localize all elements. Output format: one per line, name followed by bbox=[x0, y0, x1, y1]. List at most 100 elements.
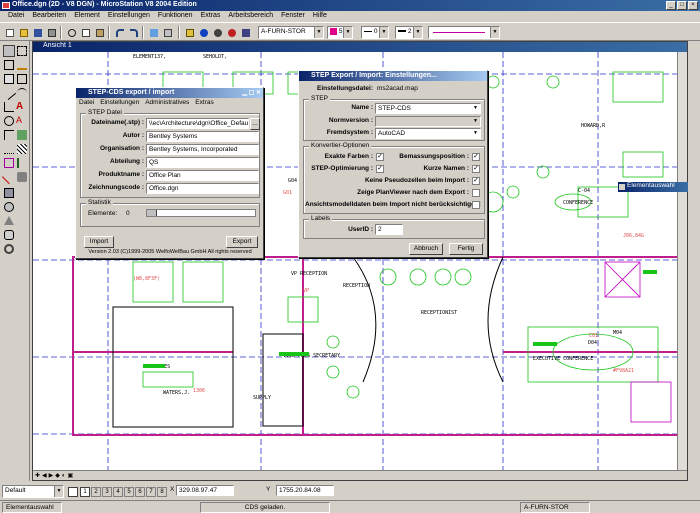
view-button-4[interactable]: 4 bbox=[113, 487, 123, 497]
paste-icon[interactable] bbox=[93, 26, 105, 38]
reference-icon[interactable] bbox=[161, 26, 173, 38]
view-group-combo[interactable]: Default ▼ bbox=[2, 485, 64, 498]
no-pseudo-cells-checkbox[interactable]: ✓ bbox=[472, 177, 480, 185]
delete-icon[interactable] bbox=[1, 169, 17, 185]
product-name-field[interactable]: Office Plan bbox=[146, 170, 259, 181]
move-icon[interactable] bbox=[3, 59, 15, 71]
pattern-icon[interactable] bbox=[16, 143, 28, 155]
undo-icon[interactable] bbox=[113, 26, 125, 38]
view-controls-icon[interactable]: ✚◀▶◆◐▣ bbox=[35, 472, 75, 479]
copy-icon[interactable] bbox=[79, 26, 91, 38]
element-selection-titlebar[interactable]: Elementauswahl bbox=[618, 182, 688, 192]
measure-icon[interactable] bbox=[3, 143, 15, 155]
menu-hilfe[interactable]: Hilfe bbox=[309, 11, 331, 22]
drawing-code-field[interactable]: Office.dgn bbox=[146, 183, 259, 194]
step-menu-datei[interactable]: Datei bbox=[79, 99, 94, 106]
circle-icon[interactable] bbox=[3, 115, 15, 127]
planviewer-checkbox[interactable] bbox=[472, 189, 480, 197]
coord-x-field[interactable]: 329.08.97.47 bbox=[176, 485, 234, 496]
print-icon[interactable] bbox=[45, 26, 57, 38]
version-select[interactable]: ▼ bbox=[375, 116, 481, 127]
solid-icon[interactable] bbox=[3, 187, 15, 199]
sphere-icon[interactable] bbox=[3, 201, 15, 213]
open-folder-icon[interactable] bbox=[17, 26, 29, 38]
display-icon[interactable] bbox=[211, 26, 223, 38]
cell-icon[interactable] bbox=[16, 129, 28, 141]
dim-position-checkbox[interactable]: ✓ bbox=[472, 153, 480, 161]
text-tool-icon[interactable]: A bbox=[16, 101, 28, 113]
line-style-combo[interactable]: 0 ▼ bbox=[361, 26, 389, 39]
menu-arbeitsbereich[interactable]: Arbeitsbereich bbox=[224, 11, 277, 22]
rectangle-icon[interactable] bbox=[16, 73, 28, 85]
browse-button[interactable]: ... bbox=[250, 118, 260, 130]
info-icon[interactable] bbox=[197, 26, 209, 38]
pencil-icon[interactable] bbox=[16, 59, 28, 71]
help-icon[interactable] bbox=[239, 26, 251, 38]
view-button-2[interactable]: 2 bbox=[91, 487, 101, 497]
active-color-combo[interactable]: 5 ▼ bbox=[327, 26, 353, 39]
redo-icon[interactable] bbox=[127, 26, 139, 38]
cone-icon[interactable] bbox=[3, 215, 15, 227]
cylinder-icon[interactable] bbox=[3, 229, 15, 241]
step-menu-einstellungen[interactable]: Einstellungen bbox=[100, 99, 139, 106]
menu-element[interactable]: Element bbox=[70, 11, 104, 22]
ignore-view-data-checkbox[interactable] bbox=[472, 201, 480, 209]
department-field[interactable]: QS bbox=[146, 157, 259, 168]
select-arrow-icon[interactable] bbox=[3, 45, 15, 57]
save-icon[interactable] bbox=[31, 26, 43, 38]
view-button-3[interactable]: 3 bbox=[102, 487, 112, 497]
coord-y-field[interactable]: 1755.20.84.08 bbox=[276, 485, 334, 496]
organisation-field[interactable]: Bentley Systems, Incorporated bbox=[146, 144, 259, 155]
step-menu-extras[interactable]: Extras bbox=[195, 99, 213, 106]
attach-icon[interactable] bbox=[147, 26, 159, 38]
view-button-5[interactable]: 5 bbox=[124, 487, 134, 497]
menu-einstellungen[interactable]: Einstellungen bbox=[104, 11, 154, 22]
level-manager-icon[interactable] bbox=[183, 26, 195, 38]
menu-funktionen[interactable]: Funktionen bbox=[154, 11, 197, 22]
view-attributes-icon[interactable] bbox=[68, 487, 78, 497]
foreign-system-select[interactable]: AutoCAD ▼ bbox=[375, 128, 481, 139]
edit-text-icon[interactable]: A bbox=[16, 115, 28, 127]
view-button-8[interactable]: 8 bbox=[157, 487, 167, 497]
maximize-button[interactable]: □ bbox=[677, 1, 687, 10]
fence-icon[interactable] bbox=[16, 45, 28, 57]
import-button[interactable]: Import bbox=[84, 236, 114, 248]
short-names-checkbox[interactable]: ✓ bbox=[472, 165, 480, 173]
menu-datei[interactable]: Datei bbox=[4, 11, 28, 22]
dialog-window-controls[interactable]: ▁ ▢ ✕ bbox=[242, 89, 261, 96]
minimize-button[interactable]: _ bbox=[666, 1, 676, 10]
dimension-icon[interactable] bbox=[3, 129, 15, 141]
author-field[interactable]: Bentley Systems bbox=[146, 131, 259, 142]
view-button-7[interactable]: 7 bbox=[146, 487, 156, 497]
line-icon[interactable] bbox=[1, 85, 17, 101]
userid-field[interactable]: 2 bbox=[375, 224, 403, 235]
render-icon[interactable] bbox=[225, 26, 237, 38]
view-button-6[interactable]: 6 bbox=[135, 487, 145, 497]
polyline-icon[interactable] bbox=[3, 101, 15, 113]
cut-icon[interactable] bbox=[65, 26, 77, 38]
menu-bearbeiten[interactable]: Bearbeiten bbox=[28, 11, 70, 22]
arc-icon[interactable] bbox=[16, 87, 28, 99]
horizontal-scrollbar[interactable]: ✚◀▶◆◐▣ bbox=[33, 470, 687, 480]
manipulate-icon[interactable] bbox=[16, 171, 28, 183]
new-file-icon[interactable] bbox=[3, 26, 15, 38]
exact-colors-checkbox[interactable]: ✓ bbox=[376, 153, 384, 161]
class-combo[interactable]: ▼ bbox=[428, 26, 500, 39]
active-level-combo[interactable]: A-FURN-STOR ▼ bbox=[258, 26, 324, 39]
export-button[interactable]: Export bbox=[226, 236, 258, 248]
view-button-1[interactable]: 1 bbox=[80, 487, 90, 497]
menu-extras[interactable]: Extras bbox=[197, 11, 225, 22]
line-weight-combo[interactable]: 2 ▼ bbox=[395, 26, 423, 39]
vertical-scrollbar[interactable] bbox=[677, 52, 687, 470]
finish-button[interactable]: Fertig bbox=[449, 243, 483, 255]
modify-icon[interactable] bbox=[3, 157, 15, 169]
step-optimization-checkbox[interactable]: ✓ bbox=[376, 165, 384, 173]
trim-icon[interactable] bbox=[16, 157, 28, 169]
torus-icon[interactable] bbox=[3, 243, 15, 255]
step-menu-administratives[interactable]: Administratives bbox=[145, 99, 189, 106]
cancel-button[interactable]: Abbruch bbox=[409, 243, 443, 255]
name-select[interactable]: STEP-CDS ▼ bbox=[375, 103, 481, 114]
copy-element-icon[interactable] bbox=[3, 73, 15, 85]
menu-fenster[interactable]: Fenster bbox=[277, 11, 309, 22]
filename-field[interactable]: \\ec\Architecture\dgn\Office_Default.stp bbox=[146, 118, 249, 129]
